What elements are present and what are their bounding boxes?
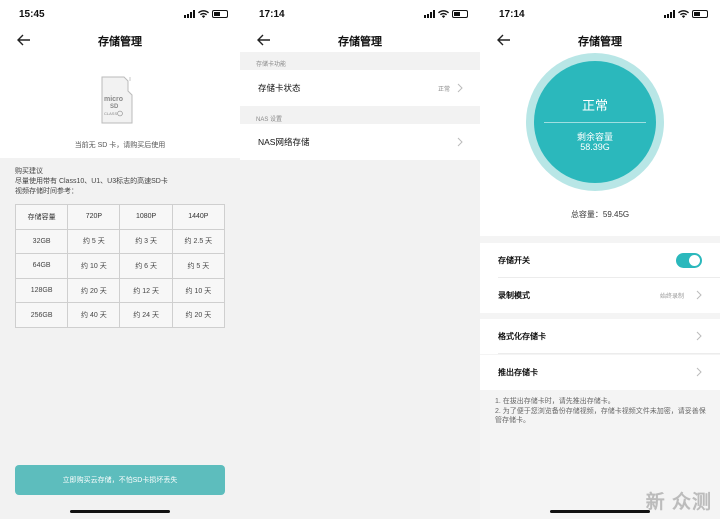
- table-cell: 约 2.5 天: [171, 228, 226, 255]
- table-cell: 约 6 天: [119, 253, 173, 279]
- signal-icon: [184, 10, 195, 18]
- svg-text:micro: micro: [104, 96, 123, 103]
- signal-icon: [424, 10, 435, 18]
- storage-notes: 1. 在拔出存储卡时，请先推出存储卡。 2. 为了便于您浏览备份存储视频，存储卡…: [495, 397, 707, 426]
- table-cell: 约 3 天: [119, 228, 173, 255]
- table-cell: 约 5 天: [171, 253, 226, 279]
- status-time: 15:45: [19, 9, 45, 20]
- capacity-panel: 正常 剩余容量 58.39G 总容量：59.45G: [480, 52, 720, 236]
- table-cell: 约 24 天: [119, 302, 173, 328]
- storage-time-table: 存储容量 720P 1080P 1440P 32GB 约 5 天 约 3 天 约…: [14, 204, 226, 328]
- total-capacity: 总容量：59.45G: [570, 210, 630, 219]
- record-mode-value: 始终录制: [659, 294, 684, 300]
- wifi-icon: [678, 10, 689, 18]
- chevron-right-icon: [696, 290, 702, 300]
- wifi-icon: [438, 10, 449, 18]
- advice-line: 视频存储时间参考：: [15, 188, 78, 195]
- section-label-card: 存储卡功能: [256, 62, 287, 68]
- nas-storage-label: NAS网络存储: [258, 137, 310, 147]
- chevron-right-icon: [457, 137, 463, 147]
- status-bar: 17:14: [480, 0, 720, 28]
- table-cell: 256GB: [14, 302, 69, 328]
- no-sd-card-note: 当前无 SD 卡，请购买后使用: [74, 142, 166, 149]
- status-bar: 15:45: [0, 0, 240, 28]
- table-cell: 约 20 天: [67, 277, 121, 304]
- storage-switch-label: 存储开关: [498, 256, 530, 265]
- navbar: 存储管理: [240, 28, 480, 52]
- table-cell: 约 40 天: [67, 302, 121, 328]
- table-header-cell: 1080P: [119, 204, 173, 230]
- table-header-cell: 存储容量: [14, 204, 69, 230]
- note-line: 2. 为了便于您浏览备份存储视频，存储卡视频文件未加密，请妥善保管存储卡。: [495, 407, 706, 425]
- storage-switch-toggle[interactable]: [676, 253, 702, 268]
- table-row: 64GB 约 10 天 约 6 天 约 5 天: [14, 253, 226, 279]
- page-title: 存储管理: [98, 36, 142, 48]
- storage-switch-row: 存储开关: [480, 243, 720, 278]
- note-line: 1. 在拔出存储卡时，请先推出存储卡。: [495, 398, 615, 405]
- status-time: 17:14: [499, 9, 525, 20]
- format-card-label: 格式化存储卡: [498, 332, 546, 341]
- card-status-label: 存储卡状态: [258, 83, 301, 93]
- table-header-cell: 720P: [67, 204, 121, 230]
- table-cell: 约 20 天: [171, 302, 226, 328]
- watermark: 新 众测: [645, 492, 712, 513]
- section-label-nas: NAS 设置: [256, 117, 283, 123]
- table-cell: 128GB: [14, 277, 69, 304]
- nas-storage-row[interactable]: NAS网络存储: [240, 124, 480, 160]
- page-title: 存储管理: [578, 36, 622, 48]
- table-cell: 32GB: [14, 228, 69, 255]
- wifi-icon: [198, 10, 209, 18]
- screen-no-sd-card: 15:45 存储管理 micro SD CLASS 当前无 SD 卡，请购买后使…: [0, 0, 240, 519]
- signal-icon: [664, 10, 675, 18]
- format-card-row[interactable]: 格式化存储卡: [480, 319, 720, 354]
- screen-storage-settings: 17:14 存储管理 存储卡功能 存储卡状态 正常 NAS 设置 NAS网络存储: [240, 0, 480, 519]
- sd-card-icon: micro SD CLASS: [101, 76, 133, 124]
- status-time: 17:14: [259, 9, 285, 20]
- table-cell: 约 12 天: [119, 277, 173, 304]
- record-mode-label: 录制模式: [498, 291, 530, 300]
- table-row: 32GB 约 5 天 约 3 天 约 2.5 天: [14, 228, 226, 255]
- navbar: 存储管理: [0, 28, 240, 52]
- ring-divider: [544, 122, 646, 123]
- svg-text:SD: SD: [110, 104, 119, 110]
- eject-card-row[interactable]: 推出存储卡: [480, 355, 720, 390]
- battery-icon: [452, 10, 468, 18]
- navbar: 存储管理: [480, 28, 720, 52]
- table-cell: 约 5 天: [67, 228, 121, 255]
- card-status-value: 正常: [437, 87, 450, 93]
- table-header-row: 存储容量 720P 1080P 1440P: [14, 204, 226, 230]
- chevron-right-icon: [696, 367, 702, 377]
- table-cell: 约 10 天: [171, 277, 226, 304]
- chevron-right-icon: [696, 331, 702, 341]
- advice-title: 购买建议: [15, 168, 43, 175]
- sd-card-placeholder: micro SD CLASS 当前无 SD 卡，请购买后使用: [0, 52, 240, 158]
- remaining-capacity-value: 58.39G: [580, 142, 610, 152]
- table-row: 128GB 约 20 天 约 12 天 约 10 天: [14, 277, 226, 304]
- table-cell: 64GB: [14, 253, 69, 279]
- home-indicator: [70, 510, 170, 513]
- record-mode-row[interactable]: 录制模式 始终录制: [480, 278, 720, 313]
- purchase-advice: 购买建议 尽量使用带有 Class10、U1、U3标志的高速SD卡 视频存储时间…: [15, 167, 225, 197]
- card-status-row[interactable]: 存储卡状态 正常: [240, 70, 480, 106]
- table-row: 256GB 约 40 天 约 24 天 约 20 天: [14, 302, 226, 328]
- table-cell: 约 10 天: [67, 253, 121, 279]
- eject-card-label: 推出存储卡: [498, 368, 538, 377]
- chevron-right-icon: [457, 83, 463, 93]
- screen-storage-status: 17:14 存储管理 正常 剩余容量 58.39G 总容量：59.45G 存储开…: [480, 0, 720, 519]
- buy-cloud-storage-button[interactable]: 立即购买云存储，不怕SD卡损坏丢失: [15, 465, 225, 495]
- page-title: 存储管理: [338, 36, 382, 48]
- table-header-cell: 1440P: [171, 204, 226, 230]
- svg-text:CLASS: CLASS: [104, 111, 117, 116]
- battery-icon: [212, 10, 228, 18]
- battery-icon: [692, 10, 708, 18]
- status-bar: 17:14: [240, 0, 480, 28]
- card-status-text: 正常: [581, 98, 608, 113]
- home-indicator: [550, 510, 650, 513]
- advice-line: 尽量使用带有 Class10、U1、U3标志的高速SD卡: [15, 178, 168, 185]
